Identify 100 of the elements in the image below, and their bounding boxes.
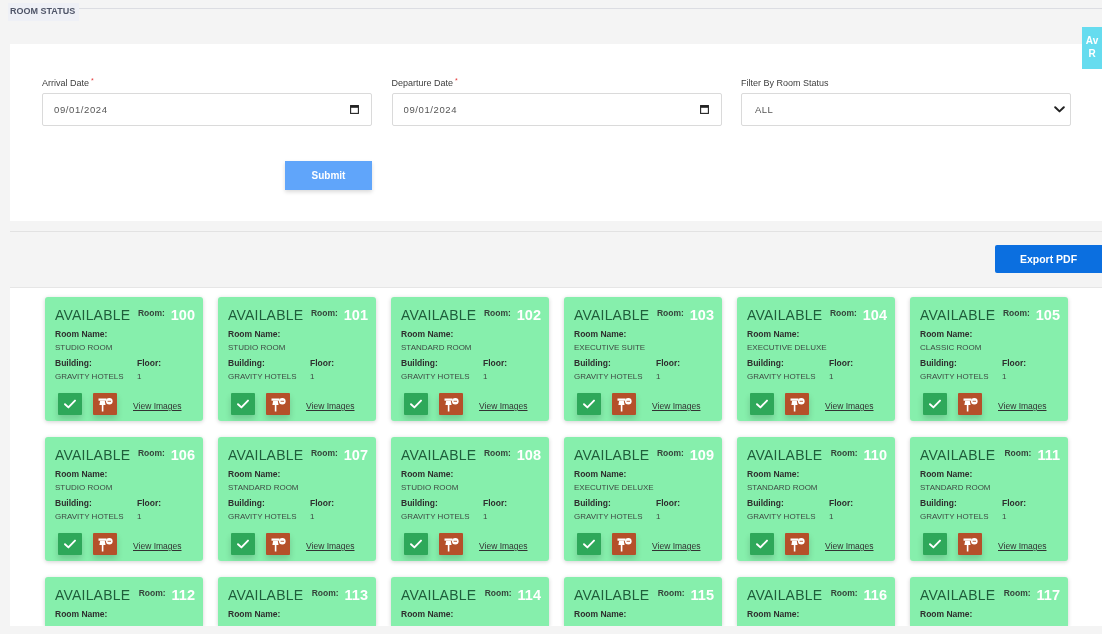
view-images-link[interactable]: View Images: [133, 541, 182, 552]
check-button[interactable]: [231, 533, 255, 555]
check-button[interactable]: [750, 393, 774, 415]
room-status: AVAILABLE: [920, 306, 996, 324]
check-icon: [64, 539, 76, 549]
pin-button[interactable]: [439, 393, 463, 415]
floor-label: Floor:: [310, 498, 336, 509]
room-name-label: Room Name:: [401, 609, 455, 620]
room-status: AVAILABLE: [55, 306, 131, 324]
room-label: Room:: [656, 448, 684, 459]
room-number: 109: [689, 446, 714, 464]
room-label: Room:: [484, 588, 512, 599]
view-images-link[interactable]: View Images: [306, 401, 355, 412]
pushpin-icon: [443, 396, 459, 412]
building-label: Building:: [920, 358, 958, 369]
building-name: GRAVITY HOTELS: [401, 511, 471, 522]
room-status: AVAILABLE: [228, 306, 304, 324]
building-label: Building:: [228, 358, 266, 369]
pin-button[interactable]: [785, 533, 809, 555]
room-number: 107: [343, 446, 368, 464]
pin-button[interactable]: [266, 393, 290, 415]
room-status: AVAILABLE: [920, 446, 996, 464]
pin-button[interactable]: [266, 533, 290, 555]
view-images-link[interactable]: View Images: [306, 541, 355, 552]
room-name-label: Room Name:: [228, 469, 282, 480]
room-label: Room:: [310, 308, 338, 319]
room-number: 105: [1035, 306, 1060, 324]
check-button[interactable]: [923, 533, 947, 555]
check-button[interactable]: [577, 533, 601, 555]
pin-button[interactable]: [785, 393, 809, 415]
room-number: 115: [690, 586, 714, 604]
pushpin-icon: [97, 536, 113, 552]
pin-button[interactable]: [93, 393, 117, 415]
pushpin-icon: [97, 396, 113, 412]
room-status: AVAILABLE: [55, 586, 131, 604]
room-status: AVAILABLE: [574, 586, 650, 604]
room-name: STUDIO ROOM: [55, 342, 114, 353]
room-number: 101: [343, 306, 368, 324]
building-label: Building:: [920, 498, 958, 509]
floor-number: 1: [137, 371, 143, 382]
view-images-link[interactable]: View Images: [479, 541, 528, 552]
room-status: AVAILABLE: [747, 586, 823, 604]
floor-label: Floor:: [829, 498, 855, 509]
building-name: GRAVITY HOTELS: [401, 371, 471, 382]
floor-label: Floor:: [829, 358, 855, 369]
pushpin-icon: [270, 396, 286, 412]
pin-button[interactable]: [93, 533, 117, 555]
pin-button[interactable]: [612, 393, 636, 415]
date-field[interactable]: 09/01/2024: [391, 93, 722, 126]
room-label: Room:: [137, 448, 165, 459]
room-label: Room:: [483, 448, 511, 459]
check-button[interactable]: [404, 393, 428, 415]
check-button[interactable]: [577, 393, 601, 415]
floor-label: Floor:: [656, 358, 682, 369]
building-name: GRAVITY HOTELS: [747, 371, 817, 382]
view-images-link[interactable]: View Images: [652, 401, 701, 412]
pin-button[interactable]: [958, 533, 982, 555]
room-name-label: Room Name:: [920, 609, 974, 620]
check-button[interactable]: [58, 393, 82, 415]
room-number: 108: [516, 446, 541, 464]
date-field[interactable]: 09/01/2024: [42, 93, 372, 126]
check-button[interactable]: [923, 393, 947, 415]
view-images-link[interactable]: View Images: [133, 401, 182, 412]
floor-label: Floor:: [137, 498, 163, 509]
status-select[interactable]: ALL: [741, 93, 1071, 126]
room-status: AVAILABLE: [55, 446, 131, 464]
room-label: Room:: [138, 588, 166, 599]
room-name-label: Room Name:: [747, 469, 801, 480]
check-button[interactable]: [404, 533, 428, 555]
view-images-link[interactable]: View Images: [998, 401, 1047, 412]
room-status: AVAILABLE: [920, 586, 996, 604]
calendar-icon[interactable]: [350, 105, 359, 114]
pushpin-icon: [789, 536, 805, 552]
room-status: AVAILABLE: [574, 306, 650, 324]
room-status: AVAILABLE: [747, 446, 823, 464]
building-name: GRAVITY HOTELS: [55, 371, 125, 382]
room-number: 113: [344, 586, 368, 604]
room-label: Room:: [829, 308, 857, 319]
room-number: 102: [516, 306, 541, 324]
view-images-link[interactable]: View Images: [825, 541, 874, 552]
pin-button[interactable]: [439, 533, 463, 555]
view-images-link[interactable]: View Images: [825, 401, 874, 412]
view-images-link[interactable]: View Images: [998, 541, 1047, 552]
room-status: AVAILABLE: [401, 586, 477, 604]
view-images-link[interactable]: View Images: [479, 401, 528, 412]
pin-button[interactable]: [958, 393, 982, 415]
building-label: Building:: [401, 358, 439, 369]
check-button[interactable]: [58, 533, 82, 555]
room-name-label: Room Name:: [228, 329, 282, 340]
export-pdf-button[interactable]: Export PDF: [995, 245, 1102, 273]
floor-number: 1: [656, 371, 662, 382]
pin-button[interactable]: [612, 533, 636, 555]
check-button[interactable]: [231, 393, 255, 415]
check-button[interactable]: [750, 533, 774, 555]
pushpin-icon: [616, 536, 632, 552]
building-label: Building:: [747, 498, 785, 509]
floor-label: Floor:: [1002, 498, 1028, 509]
calendar-icon[interactable]: [699, 105, 709, 114]
floor-number: 1: [483, 371, 489, 382]
view-images-link[interactable]: View Images: [652, 541, 701, 552]
